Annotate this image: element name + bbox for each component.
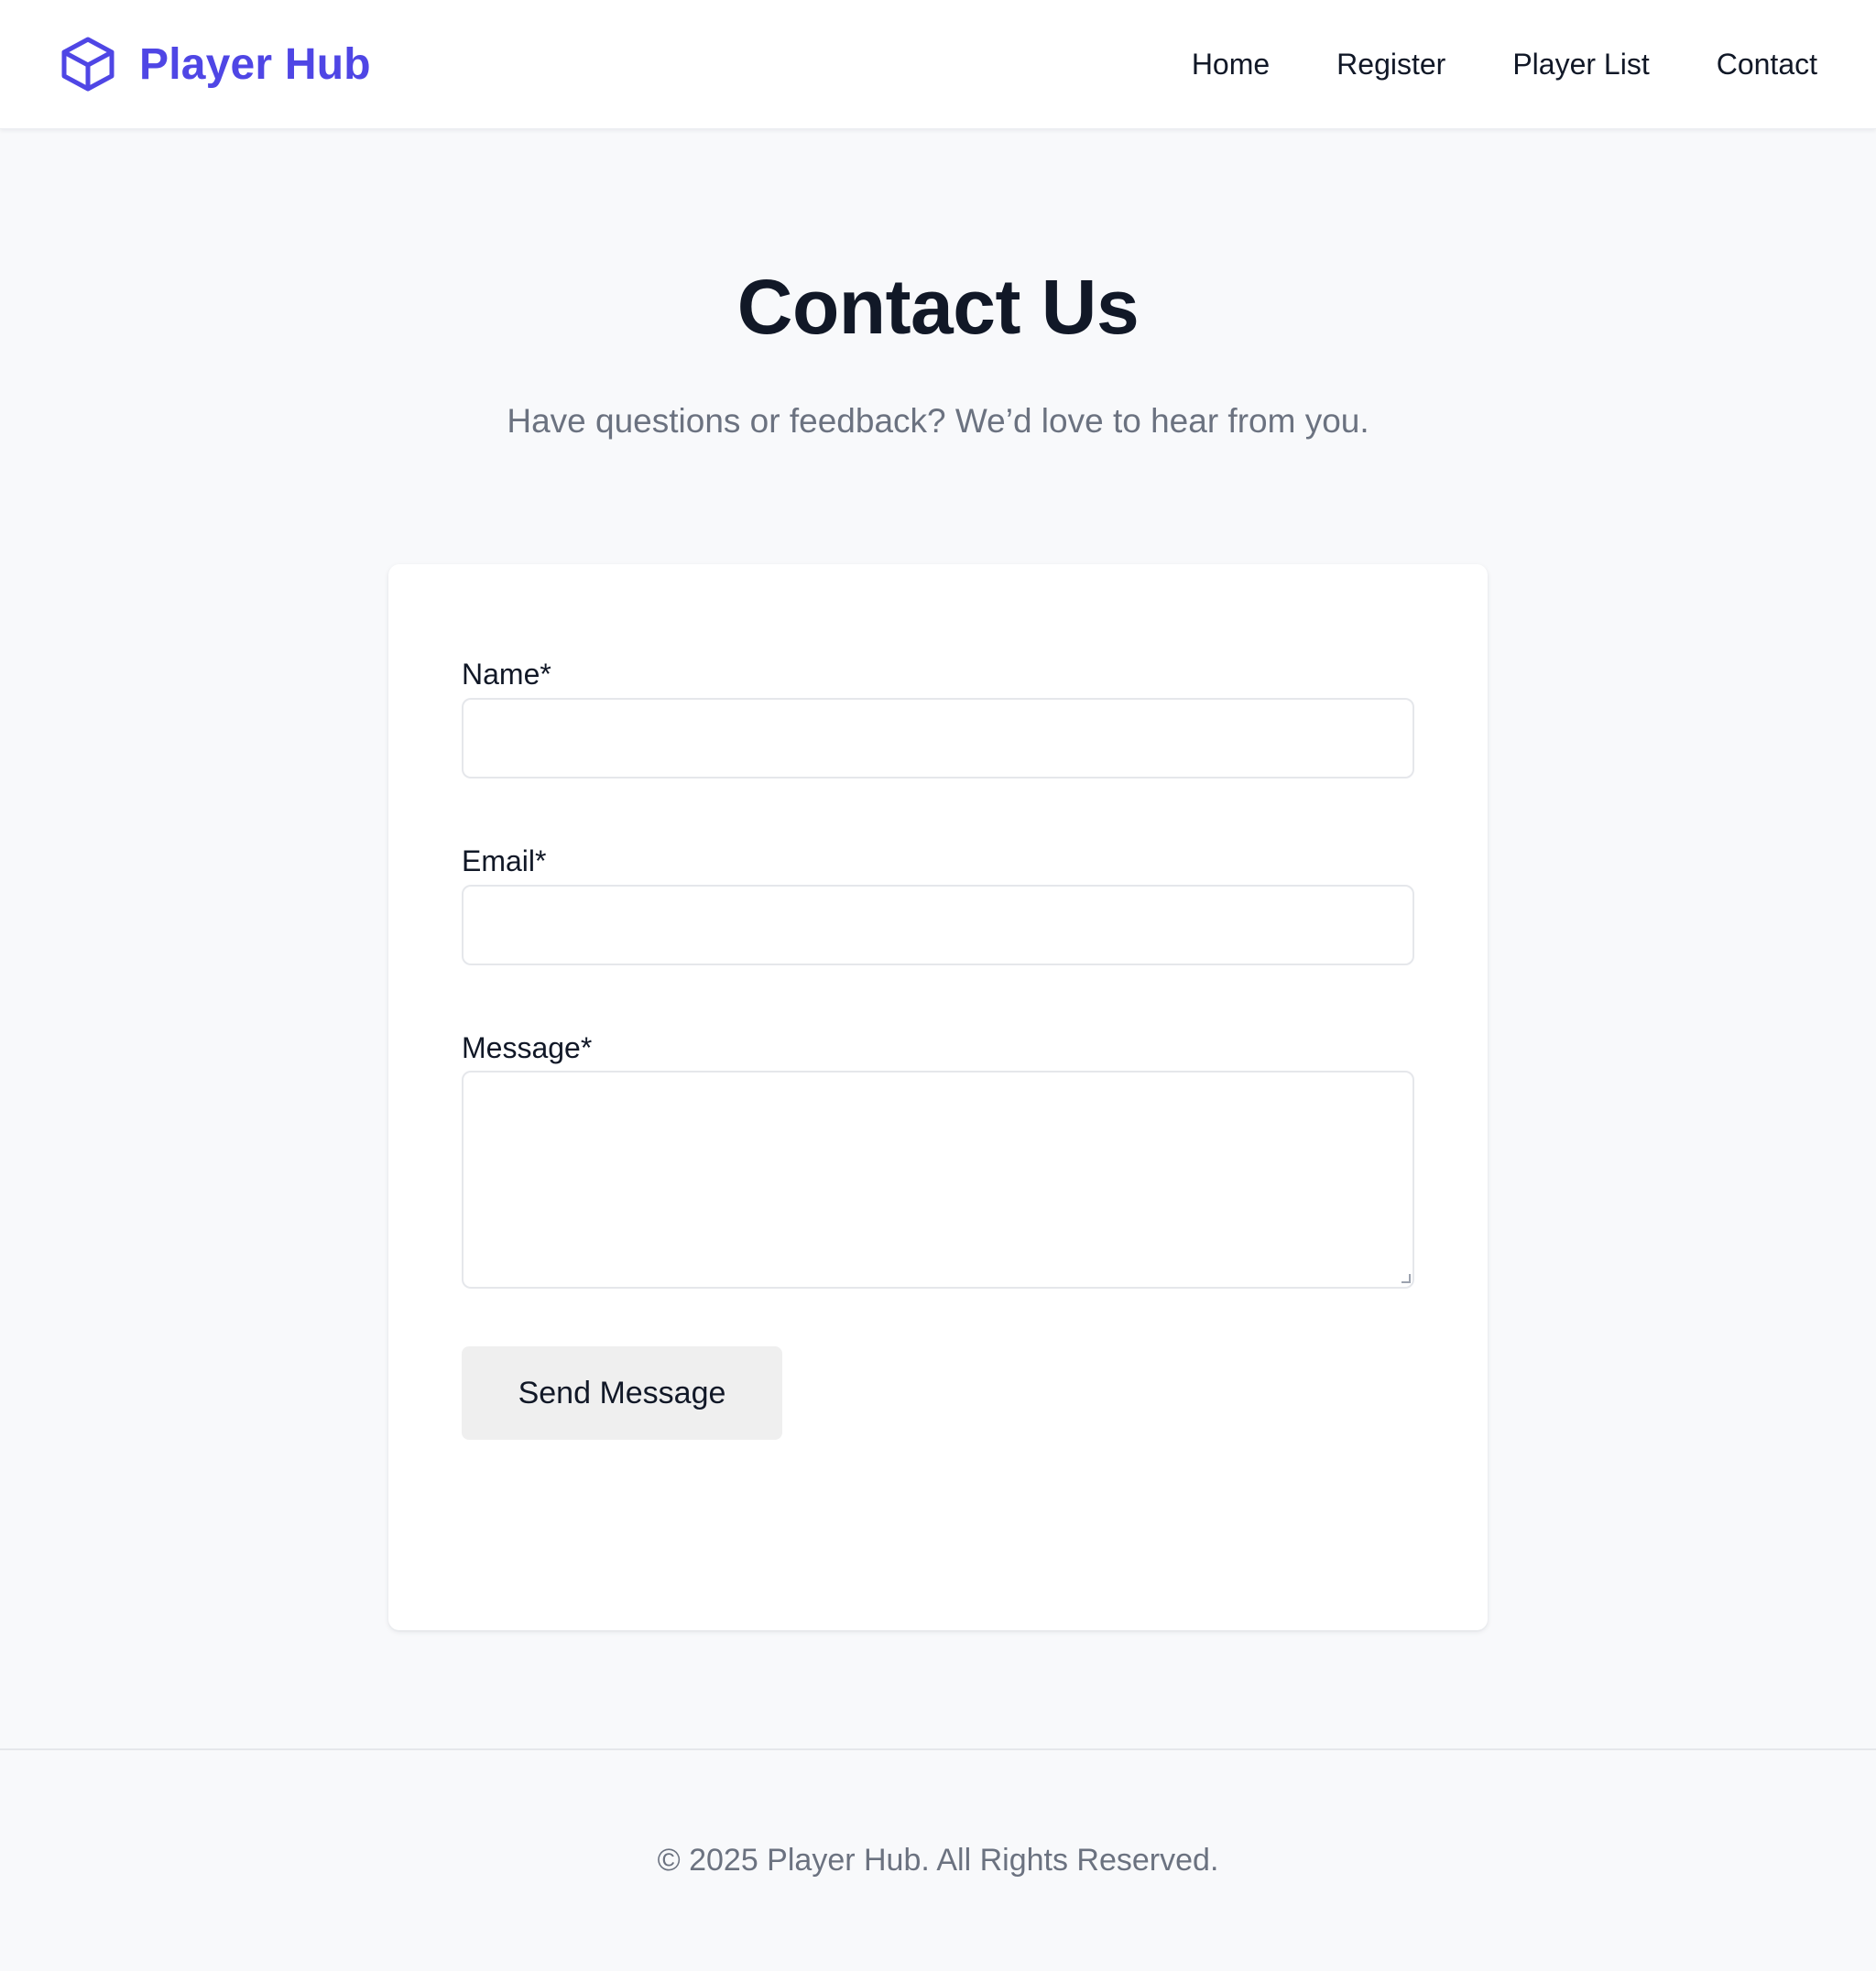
footer-copyright: © 2025 Player Hub. All Rights Reserved. <box>657 1843 1219 1878</box>
main-nav: Home Register Player List Contact <box>1192 42 1817 86</box>
name-input[interactable] <box>462 698 1414 779</box>
page-title: Contact Us <box>736 264 1140 350</box>
contact-form-card: Name* Email* Message* Send Message <box>388 564 1488 1630</box>
brand-logo-link[interactable]: Player Hub <box>59 35 371 93</box>
footer-divider <box>0 1748 1876 1750</box>
brand-name: Player Hub <box>139 39 371 89</box>
name-label: Name* <box>462 658 551 691</box>
email-label: Email* <box>462 844 547 877</box>
send-message-button[interactable]: Send Message <box>462 1346 782 1440</box>
page-subtitle: Have questions or feedback? We’d love to… <box>507 402 1369 440</box>
site-header: Player Hub Home Register Player List Con… <box>0 0 1876 129</box>
message-textarea[interactable] <box>462 1071 1414 1289</box>
textarea-resize-handle[interactable] <box>1402 1274 1411 1283</box>
nav-link-contact[interactable]: Contact <box>1717 42 1817 86</box>
nav-link-home[interactable]: Home <box>1192 42 1270 86</box>
message-label: Message* <box>462 1031 593 1064</box>
nav-link-register[interactable]: Register <box>1336 42 1445 86</box>
cube-icon <box>61 37 115 92</box>
nav-link-player-list[interactable]: Player List <box>1512 42 1649 86</box>
email-input[interactable] <box>462 885 1414 965</box>
